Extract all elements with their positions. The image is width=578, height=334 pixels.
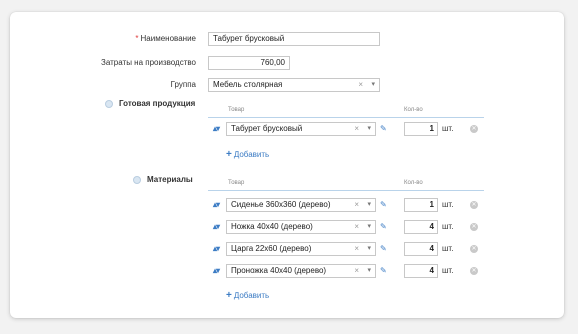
materials-col-qty: Кол-во [404, 180, 423, 186]
cost-field[interactable]: 760,00 [208, 56, 290, 70]
edit-icon[interactable]: ✎ [380, 244, 387, 253]
finished-col-qty: Кол-во [404, 107, 423, 113]
finished-add-link[interactable]: + Добавить [226, 149, 269, 160]
reorder-handle-icon[interactable]: ▴▾ [213, 200, 220, 209]
chevron-down-icon[interactable]: ▾ [367, 123, 371, 135]
finished-col-product: Товар [228, 107, 245, 113]
quantity-field[interactable]: 1 [404, 122, 438, 136]
materials-add-link[interactable]: + Добавить [226, 290, 269, 301]
chevron-down-icon[interactable]: ▾ [367, 265, 371, 277]
name-field[interactable]: Табурет брусковый [208, 32, 380, 46]
delete-row-icon[interactable]: ✕ [470, 125, 478, 133]
delete-row-icon[interactable]: ✕ [470, 267, 478, 275]
product-select[interactable]: Проножка 40х40 (дерево) × ▾ [226, 264, 376, 278]
clear-icon[interactable]: × [354, 123, 359, 135]
clear-icon[interactable]: × [354, 221, 359, 233]
edit-icon[interactable]: ✎ [380, 222, 387, 231]
quantity-field[interactable]: 4 [404, 264, 438, 278]
delete-row-icon[interactable]: ✕ [470, 223, 478, 231]
clear-icon[interactable]: × [354, 243, 359, 255]
unit-label: шт. [442, 124, 454, 133]
plus-icon: + [226, 149, 232, 160]
group-select[interactable]: Мебель столярная × ▾ [208, 78, 380, 92]
edit-icon[interactable]: ✎ [380, 200, 387, 209]
clear-icon[interactable]: × [354, 265, 359, 277]
reorder-handle-icon[interactable]: ▴▾ [213, 222, 220, 231]
group-label: Группа [170, 80, 196, 89]
cost-label: Затраты на производство [101, 58, 196, 67]
edit-icon[interactable]: ✎ [380, 266, 387, 275]
finished-header-divider [208, 117, 484, 118]
chevron-down-icon[interactable]: ▾ [367, 221, 371, 233]
recipe-form-card: * Наименование Табурет брусковый Затраты … [10, 12, 564, 318]
info-icon [133, 176, 141, 184]
quantity-field[interactable]: 4 [404, 220, 438, 234]
delete-row-icon[interactable]: ✕ [470, 201, 478, 209]
delete-row-icon[interactable]: ✕ [470, 245, 478, 253]
clear-icon[interactable]: × [354, 199, 359, 211]
info-icon [105, 100, 113, 108]
name-label: * Наименование [135, 34, 196, 43]
reorder-handle-icon[interactable]: ▴▾ [213, 124, 220, 133]
reorder-handle-icon[interactable]: ▴▾ [213, 244, 220, 253]
quantity-field[interactable]: 4 [404, 242, 438, 256]
product-select[interactable]: Царга 22х60 (дерево) × ▾ [226, 242, 376, 256]
clear-icon[interactable]: × [358, 79, 363, 91]
required-mark: * [135, 34, 139, 43]
quantity-field[interactable]: 1 [404, 198, 438, 212]
unit-label: шт. [442, 244, 454, 253]
unit-label: шт. [442, 222, 454, 231]
unit-label: шт. [442, 200, 454, 209]
materials-section-title: Материалы [147, 175, 193, 184]
product-select[interactable]: Табурет брусковый × ▾ [226, 122, 376, 136]
edit-icon[interactable]: ✎ [380, 124, 387, 133]
materials-col-product: Товар [228, 180, 245, 186]
product-select[interactable]: Сиденье 360х360 (дерево) × ▾ [226, 198, 376, 212]
unit-label: шт. [442, 266, 454, 275]
chevron-down-icon[interactable]: ▾ [371, 79, 375, 91]
reorder-handle-icon[interactable]: ▴▾ [213, 266, 220, 275]
chevron-down-icon[interactable]: ▾ [367, 199, 371, 211]
product-select[interactable]: Ножка 40х40 (дерево) × ▾ [226, 220, 376, 234]
chevron-down-icon[interactable]: ▾ [367, 243, 371, 255]
materials-header-divider [208, 190, 484, 191]
finished-section-title: Готовая продукция [119, 99, 196, 108]
plus-icon: + [226, 290, 232, 301]
